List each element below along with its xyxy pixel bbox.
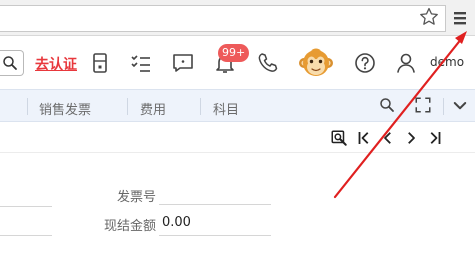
tabs-bar: 销售发票 费用 科目 bbox=[0, 89, 475, 122]
hamburger-menu-icon[interactable] bbox=[450, 6, 470, 30]
username[interactable]: demo bbox=[430, 55, 464, 69]
pager-toolbar bbox=[0, 123, 475, 153]
chevron-down-icon[interactable] bbox=[451, 97, 469, 115]
view-search-icon[interactable] bbox=[330, 129, 348, 147]
tab-separator bbox=[200, 98, 201, 115]
monkey-avatar[interactable] bbox=[299, 46, 333, 80]
tab-separator bbox=[27, 98, 28, 115]
tab-separator bbox=[127, 98, 128, 115]
phone-icon[interactable] bbox=[256, 51, 280, 75]
browser-toolbar bbox=[0, 0, 475, 36]
message-icon[interactable] bbox=[171, 51, 195, 75]
tab-subject[interactable]: 科目 bbox=[213, 99, 239, 118]
fullscreen-icon[interactable] bbox=[414, 96, 432, 114]
form-field-underline[interactable] bbox=[0, 206, 52, 207]
calculator-icon[interactable] bbox=[88, 51, 112, 75]
star-icon[interactable] bbox=[418, 6, 440, 28]
verify-link[interactable]: 去认证 bbox=[35, 54, 77, 74]
search-icon bbox=[3, 56, 17, 70]
first-page-icon[interactable] bbox=[355, 129, 373, 147]
cash-amount-field[interactable]: 0.00 bbox=[162, 215, 191, 230]
cash-amount-label: 现结金额 bbox=[103, 219, 156, 234]
previous-page-icon[interactable] bbox=[379, 129, 397, 147]
form-field-underline[interactable] bbox=[0, 235, 52, 236]
tab-expense[interactable]: 费用 bbox=[140, 99, 166, 118]
user-icon[interactable] bbox=[394, 51, 418, 75]
tab-sales-invoice[interactable]: 销售发票 bbox=[39, 99, 91, 118]
notification-badge: 99+ bbox=[218, 44, 250, 62]
task-checklist-icon[interactable] bbox=[129, 51, 153, 75]
invoice-no-label: 发票号 bbox=[116, 190, 156, 205]
tab-separator bbox=[443, 98, 444, 115]
search-icon[interactable] bbox=[378, 96, 396, 114]
cash-amount-underline bbox=[159, 235, 271, 236]
next-page-icon[interactable] bbox=[402, 129, 420, 147]
last-page-icon[interactable] bbox=[426, 129, 444, 147]
address-bar[interactable] bbox=[0, 5, 446, 32]
app-header: 去认证 99+ demo bbox=[0, 36, 475, 89]
help-circle-icon[interactable] bbox=[353, 51, 377, 75]
invoice-no-underline bbox=[159, 204, 271, 205]
search-button[interactable] bbox=[0, 50, 24, 76]
